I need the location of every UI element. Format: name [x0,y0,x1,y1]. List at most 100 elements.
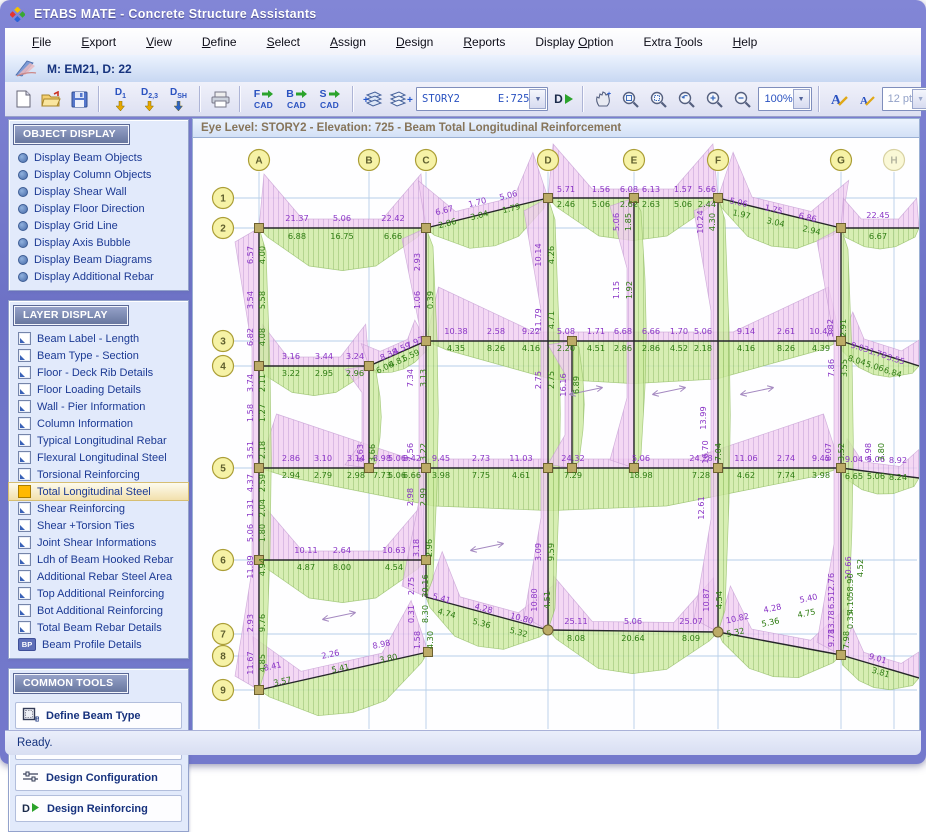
layer-display-item[interactable]: Joint Shear Informations [9,534,188,551]
common-tools-header: COMMON TOOLS [14,674,128,693]
tool-design-configuration[interactable]: Design Configuration [15,764,182,791]
layer-display-item[interactable]: Column Information [9,415,188,432]
menu-view[interactable]: View [131,35,187,49]
column-node[interactable] [422,224,431,233]
object-display-panel: OBJECT DISPLAY Display Beam Objects Disp… [8,119,189,291]
tool-define-beam-type[interactable]: B Define Beam Type [15,702,182,729]
rebar-value-label: 7.34 [405,369,415,387]
tool-design-reinforcing[interactable]: D Design Reinforcing [15,795,182,822]
font-increase-button[interactable]: A [826,86,852,112]
layer-display-item[interactable]: Additional Rebar Steel Area [9,568,188,585]
object-display-item[interactable]: Display Shear Wall [9,183,188,200]
design-d2-button[interactable]: D2,3 [135,85,164,113]
layer-display-item[interactable]: Typical Longitudinal Rebar [9,432,188,449]
rebar-value-label: 2.73 [472,453,490,463]
column-node[interactable] [544,194,553,203]
menu-bar: FileExportViewDefineSelectAssignDesignRe… [5,28,921,56]
menu-select[interactable]: Select [252,35,315,49]
column-node[interactable] [255,464,264,473]
add-story-up-button[interactable]: + [360,86,386,112]
menu-extra-tools[interactable]: Extra Tools [628,35,717,49]
drawing-area[interactable]: 21.375.0622.426.8816.756.666.671.705.062… [192,138,920,731]
object-display-item[interactable]: Display Column Objects [9,166,188,183]
menu-help[interactable]: Help [718,35,773,49]
column-node[interactable] [255,686,264,695]
rebar-value-label: 0.39 [425,291,435,309]
design-run-button[interactable]: D [550,86,576,112]
rebar-value-label: 4.62 [737,470,755,480]
pan-tool-button[interactable]: + [590,86,616,112]
layer-display-item[interactable]: Bot Additional Reinforcing [9,602,188,619]
menu-assign[interactable]: Assign [315,35,381,49]
zoom-in-button[interactable] [702,86,728,112]
font-decrease-button[interactable]: A [854,86,880,112]
zoom-previous-button[interactable] [674,86,700,112]
rebar-value-label: 16.75 [330,231,353,241]
layer-display-item[interactable]: Wall - Pier Information [9,398,188,415]
menu-define[interactable]: Define [187,35,252,49]
save-button[interactable] [66,86,92,112]
column-node[interactable] [544,464,553,473]
object-display-item[interactable]: Display Axis Bubble [9,234,188,251]
layer-display-item[interactable]: Torsional Reinforcing [9,466,188,483]
layer-display-item[interactable]: Flexural Longitudinal Steel [9,449,188,466]
drawing-svg[interactable]: 21.375.0622.426.8816.756.666.671.705.062… [193,138,919,731]
column-node[interactable] [543,625,553,635]
add-story-down-button[interactable]: + [388,86,414,112]
layer-display-item[interactable]: Shear +Torsion Ties [9,517,188,534]
layer-display-item[interactable]: BP Beam Profile Details [9,636,188,653]
menu-file[interactable]: File [17,35,66,49]
menu-design[interactable]: Design [381,35,448,49]
layer-display-item[interactable]: Total Beam Rebar Details [9,619,188,636]
object-display-item[interactable]: Display Additional Rebar [9,268,188,285]
print-button[interactable] [207,86,233,112]
layer-display-item[interactable]: Beam Type - Section [9,347,188,364]
layer-display-header: LAYER DISPLAY [14,306,128,325]
object-display-item[interactable]: Display Beam Objects [9,149,188,166]
b-to-cad-button[interactable]: B CAD [280,85,313,113]
zoom-level-select[interactable]: 100% ▼ [758,87,811,111]
grid-bubble: C [416,150,437,171]
design-d1-button[interactable]: D1 [106,85,135,113]
column-node[interactable] [713,627,723,637]
column-node[interactable] [365,362,374,371]
layer-display-item[interactable]: Ldh of Beam Hooked Rebar [9,551,188,568]
layer-display-item[interactable]: Shear Reinforcing [9,500,188,517]
rebar-value-label: 3.24 [346,351,364,361]
open-file-button[interactable] [38,86,64,112]
column-node[interactable] [255,224,264,233]
new-file-button[interactable] [10,86,36,112]
layer-display-item[interactable]: Top Additional Reinforcing [9,585,188,602]
object-display-item[interactable]: Display Grid Line [9,217,188,234]
menu-reports[interactable]: Reports [448,35,520,49]
font-size-select[interactable]: 12 pt ▼ [882,87,926,111]
layer-display-item[interactable]: Floor - Deck Rib Details [9,364,188,381]
chevron-down-icon[interactable]: ▼ [793,89,810,109]
story-select[interactable]: STORY2 E:725 ▼ [416,87,548,111]
f-to-cad-button[interactable]: F CAD [247,85,280,113]
menu-export[interactable]: Export [66,35,131,49]
rebar-value-label: 3.18 [411,539,421,557]
layer-display-label: Top Additional Reinforcing [37,588,164,600]
zoom-window-button[interactable] [646,86,672,112]
s-to-cad-button[interactable]: S CAD [313,85,346,113]
zoom-out-button[interactable] [730,86,756,112]
menu-display-option[interactable]: Display Option [520,35,628,49]
column-node[interactable] [837,651,846,660]
chevron-down-icon[interactable]: ▼ [529,89,546,109]
svg-text:H: H [890,156,897,167]
rebar-value-label: 3.10 [314,453,332,463]
chevron-down-icon[interactable]: ▼ [912,89,926,109]
layer-display-item[interactable]: Floor Loading Details [9,381,188,398]
column-node[interactable] [837,224,846,233]
layer-display-item[interactable]: Total Longitudinal Steel [9,483,188,500]
object-display-item[interactable]: Display Beam Diagrams [9,251,188,268]
column-node[interactable] [422,464,431,473]
column-node[interactable] [255,362,264,371]
rebar-value-label: 8.24 [889,472,907,482]
object-display-item[interactable]: Display Floor Direction [9,200,188,217]
design-d3-button[interactable]: DSH [164,85,193,113]
column-node[interactable] [714,464,723,473]
layer-display-item[interactable]: Beam Label - Length [9,330,188,347]
zoom-extents-button[interactable] [618,86,644,112]
